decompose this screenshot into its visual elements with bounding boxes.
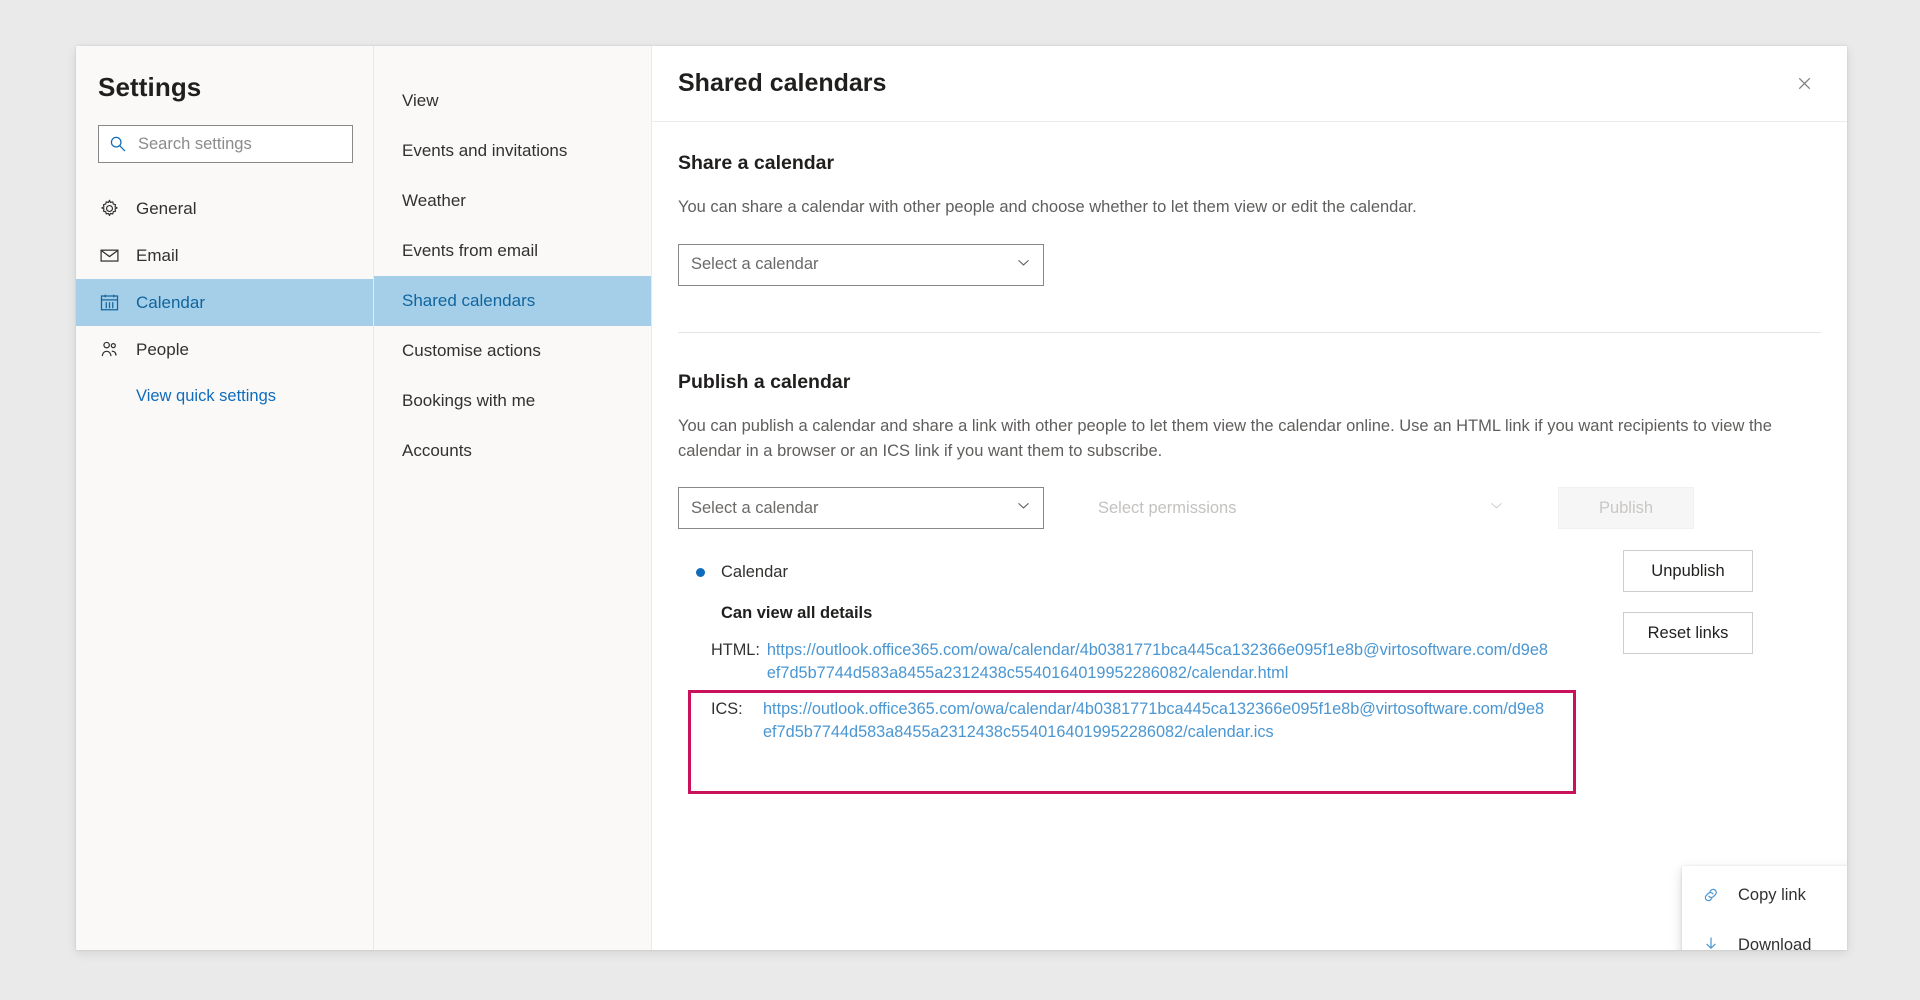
calendar-icon [98, 292, 120, 314]
published-calendar-name: Calendar [721, 563, 788, 582]
publish-button[interactable]: Publish [1558, 487, 1694, 530]
sidebar-item-label: General [136, 198, 197, 218]
publish-controls-row: Select a calendar Select permissions Pub… [678, 487, 1821, 530]
section-divider [678, 331, 1821, 333]
share-calendar-section: Share a calendar You can share a calenda… [678, 152, 1821, 286]
chevron-down-icon [1016, 498, 1031, 518]
view-quick-settings-link[interactable]: View quick settings [136, 387, 373, 406]
search-icon [109, 135, 127, 153]
search-settings-box[interactable] [98, 125, 353, 163]
publish-permissions-select-value: Select permissions [1098, 498, 1237, 517]
sidebar-item-general[interactable]: General [76, 185, 373, 232]
screen: Settings Search settings General Email C… [0, 0, 1920, 1000]
publish-section-heading: Publish a calendar [678, 370, 851, 393]
context-menu-item-copy-link[interactable]: Copy link [1682, 870, 1847, 920]
settings-dialog: Settings Search settings General Email C… [76, 46, 1847, 950]
html-link-url[interactable]: https://outlook.office365.com/owa/calend… [767, 639, 1554, 685]
sidebar-item-label: People [136, 339, 189, 359]
sidebar-item-label: Calendar [136, 292, 205, 312]
close-icon[interactable] [1787, 67, 1821, 101]
gear-icon [98, 198, 120, 220]
detail-panel: Shared calendars Share a calendar You ca… [652, 46, 1847, 950]
ics-link-label: ICS: [711, 699, 743, 718]
reset-links-button[interactable]: Reset links [1623, 612, 1753, 654]
settings-nav-list: General Email Calendar People [76, 185, 373, 373]
category-item-shared-calendars[interactable]: Shared calendars [374, 276, 651, 326]
published-calendar-actions: Unpublish Reset links [1623, 550, 1753, 674]
chevron-down-icon [1016, 255, 1031, 275]
ics-link-row: ICS: https://outlook.office365.com/owa/c… [678, 689, 1821, 794]
chevron-down-icon [1489, 498, 1504, 518]
share-calendar-select[interactable]: Select a calendar [678, 243, 1044, 286]
category-item-bookings-with-me[interactable]: Bookings with me [374, 376, 651, 426]
html-link-label: HTML: [711, 641, 760, 660]
category-item-accounts[interactable]: Accounts [374, 426, 651, 476]
sidebar-item-people[interactable]: People [76, 326, 373, 373]
share-section-heading: Share a calendar [678, 152, 835, 174]
publish-section-description: You can publish a calendar and share a l… [678, 416, 1772, 460]
settings-nav-panel: Settings Search settings General Email C… [76, 46, 374, 950]
context-menu-item-label: Copy link [1738, 885, 1806, 904]
calendar-color-dot [696, 568, 705, 578]
category-item-customise-actions[interactable]: Customise actions [374, 326, 651, 376]
category-item-view[interactable]: View [374, 76, 651, 126]
page-title: Shared calendars [678, 69, 887, 97]
publish-calendar-select[interactable]: Select a calendar [678, 487, 1044, 530]
ics-link-url[interactable]: https://outlook.office365.com/owa/calend… [763, 698, 1550, 744]
publish-calendar-select-value: Select a calendar [691, 498, 819, 517]
category-item-events-and-invitations[interactable]: Events and invitations [374, 126, 651, 176]
link-context-menu: Copy link Download [1682, 866, 1847, 950]
ics-link-inner: ICS: https://outlook.office365.com/owa/c… [711, 698, 1821, 744]
context-menu-item-label: Download [1738, 935, 1812, 951]
sidebar-item-label: Email [136, 245, 179, 265]
detail-header: Shared calendars [652, 46, 1847, 122]
download-icon [1700, 934, 1722, 950]
share-section-description: You can share a calendar with other peop… [678, 198, 1417, 216]
category-nav-panel: View Events and invitations Weather Even… [374, 46, 652, 950]
settings-title: Settings [98, 72, 202, 102]
envelope-icon [98, 245, 120, 267]
category-item-events-from-email[interactable]: Events from email [374, 226, 651, 276]
copy-link-icon [1700, 884, 1722, 906]
search-input[interactable] [136, 133, 342, 155]
people-icon [98, 339, 120, 361]
share-calendar-select-value: Select a calendar [691, 255, 819, 274]
context-menu-item-download[interactable]: Download [1682, 920, 1847, 950]
sidebar-item-email[interactable]: Email [76, 232, 373, 279]
sidebar-item-calendar[interactable]: Calendar [76, 279, 373, 326]
publish-permissions-select[interactable]: Select permissions [1086, 487, 1516, 529]
unpublish-button[interactable]: Unpublish [1623, 550, 1753, 592]
category-item-weather[interactable]: Weather [374, 176, 651, 226]
